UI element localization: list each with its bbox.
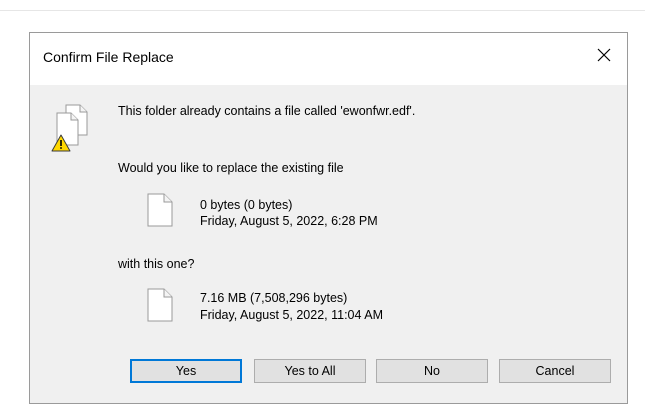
- replace-question: Would you like to replace the existing f…: [118, 161, 344, 175]
- existing-file-size: 0 bytes (0 bytes): [200, 198, 293, 212]
- new-file-date: Friday, August 5, 2022, 11:04 AM: [200, 308, 383, 322]
- yes-to-all-button[interactable]: Yes to All: [254, 359, 366, 383]
- file-icon: [147, 193, 173, 227]
- cancel-button[interactable]: Cancel: [499, 359, 611, 383]
- with-this-one-label: with this one?: [118, 257, 195, 271]
- close-icon: [597, 48, 611, 62]
- close-button[interactable]: [581, 33, 627, 77]
- page: Confirm File Replace This folder already…: [0, 0, 645, 419]
- existing-file-date: Friday, August 5, 2022, 6:28 PM: [200, 214, 378, 228]
- file-icon: [147, 288, 173, 322]
- warning-files-icon: [51, 104, 88, 152]
- yes-button[interactable]: Yes: [130, 359, 242, 383]
- background-divider: [0, 10, 645, 11]
- new-file-size: 7.16 MB (7,508,296 bytes): [200, 291, 348, 305]
- replace-message: This folder already contains a file call…: [118, 104, 416, 118]
- dialog-title: Confirm File Replace: [43, 49, 174, 65]
- no-button[interactable]: No: [376, 359, 488, 383]
- confirm-file-replace-dialog: Confirm File Replace This folder already…: [29, 32, 628, 404]
- title-bar: Confirm File Replace: [30, 33, 627, 85]
